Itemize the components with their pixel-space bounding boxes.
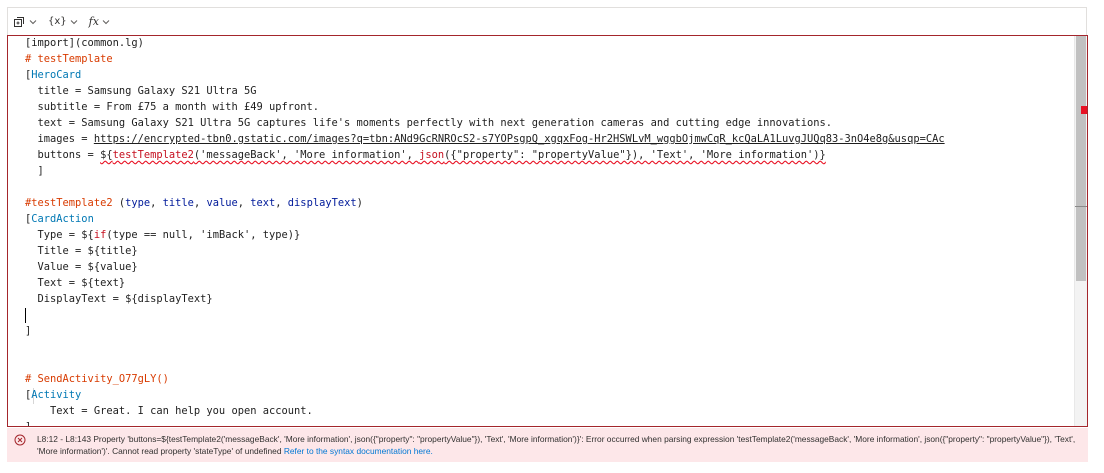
- code-token: HeroCard: [31, 69, 82, 81]
- code-line: ]: [25, 163, 945, 179]
- insert-template-icon: [13, 16, 25, 28]
- error-marker: [1081, 106, 1087, 114]
- code-line: #testTemplate2 (type, title, value, text…: [25, 195, 945, 211]
- code-token: ,: [150, 197, 163, 209]
- code-token: # testTemplate: [25, 53, 113, 65]
- code-line: ​: [25, 355, 945, 371]
- chevron-down-icon: [29, 18, 37, 26]
- code-token: ,: [237, 197, 251, 209]
- code-token: # SendActivity_O77gLY(): [25, 373, 169, 385]
- code-line: Value = ${value}: [25, 259, 945, 275]
- code-token: ]: [25, 325, 32, 337]
- code-line: buttons = ${testTemplate2('messageBack',…: [25, 147, 945, 163]
- code-token: subtitle = From £75 a month with £49 upf…: [25, 101, 320, 113]
- code-line: images = https://encrypted-tbn0.gstatic.…: [25, 131, 945, 147]
- code-token: ,: [193, 197, 207, 209]
- code-editor[interactable]: [import](common.lg) # testTemplate [HeroCa…: [7, 35, 1088, 427]
- code-token: ${: [100, 149, 113, 161]
- code-token: Title = ${title}: [25, 245, 138, 257]
- code-token: value: [206, 197, 238, 209]
- code-line: Text = Great. I can help you open accoun…: [25, 403, 945, 419]
- code-token: title = Samsung Galaxy S21 Ultra 5G: [25, 85, 257, 97]
- code-token: text = Samsung Galaxy S21 Ultra 5G captu…: [25, 117, 832, 129]
- code-token: Type = ${: [25, 229, 94, 241]
- code-line: # testTemplate: [25, 51, 945, 67]
- code-content[interactable]: [import](common.lg) # testTemplate [HeroCa…: [25, 36, 945, 427]
- error-circle-icon: [14, 434, 26, 449]
- code-line: ​: [25, 307, 945, 323]
- code-line: Type = ${if(type == null, 'imBack', type…: [25, 227, 945, 243]
- code-line: Text = ${text}: [25, 275, 945, 291]
- code-line: ​: [25, 179, 945, 195]
- code-line: ]: [25, 323, 945, 339]
- code-line: Title = ${title}: [25, 243, 945, 259]
- code-token: ({"property": "propertyValue"}), 'Text',…: [444, 149, 826, 161]
- code-token: ('messageBack', 'More information',: [193, 149, 420, 161]
- code-token: (type == null, 'imBack', type)}: [106, 229, 301, 241]
- insert-function-menu[interactable]: fx: [85, 12, 113, 32]
- chevron-down-icon: [102, 18, 110, 26]
- code-line: ]: [25, 419, 945, 427]
- code-token: text: [250, 197, 276, 209]
- code-line: [import](common.lg): [25, 36, 945, 51]
- code-token: CardAction: [31, 213, 94, 225]
- vertical-scrollbar[interactable]: [1074, 36, 1087, 426]
- code-token: ): [356, 197, 363, 209]
- code-line: DisplayText = ${displayText}: [25, 291, 945, 307]
- code-token: title: [162, 197, 194, 209]
- editor-toolbar: {x} fx: [7, 7, 1087, 35]
- code-line: # SendActivity_O77gLY(): [25, 371, 945, 387]
- code-token: #testTemplate2: [25, 197, 113, 209]
- code-token: if: [93, 229, 107, 241]
- code-line: [Activity: [25, 387, 945, 403]
- syntax-documentation-link[interactable]: Refer to the syntax documentation here.: [284, 446, 433, 456]
- error-message-bar: L8:12 - L8:143 Property 'buttons=${testT…: [7, 428, 1088, 462]
- code-token: ]: [25, 165, 44, 177]
- code-token: json: [419, 149, 445, 161]
- code-token: (: [112, 197, 126, 209]
- code-line: subtitle = From £75 a month with £49 upf…: [25, 99, 945, 115]
- code-line: ​: [25, 339, 945, 355]
- code-token: Value = ${value}: [25, 261, 138, 273]
- code-token: images =: [25, 133, 94, 145]
- code-token: ]: [25, 421, 32, 427]
- code-token: Text = ${text}: [25, 277, 126, 289]
- code-line: [CardAction: [25, 211, 945, 227]
- code-line: [HeroCard: [25, 67, 945, 83]
- insert-property-menu[interactable]: {x}: [44, 12, 81, 32]
- code-token: buttons =: [25, 149, 101, 161]
- chevron-down-icon: [70, 18, 78, 26]
- insert-template-menu[interactable]: [10, 12, 40, 32]
- error-text: L8:12 - L8:143 Property 'buttons=${testT…: [37, 434, 1076, 456]
- code-token: [import](common.lg): [25, 37, 144, 49]
- code-token: displayText: [287, 197, 357, 209]
- code-line: text = Samsung Galaxy S21 Ultra 5G captu…: [25, 115, 945, 131]
- code-token: ,: [275, 197, 288, 209]
- code-token: Text = Great. I can help you open accoun…: [25, 405, 313, 417]
- variable-icon: {x}: [48, 16, 67, 27]
- scroll-position-line: [1075, 206, 1087, 207]
- code-token: Activity: [31, 389, 82, 401]
- code-token: testTemplate2: [112, 149, 194, 161]
- code-token: https://encrypted-tbn0.gstatic.com/image…: [93, 133, 945, 145]
- function-icon: fx: [88, 15, 99, 28]
- code-token: type: [125, 197, 151, 209]
- code-token: DisplayText = ${displayText}: [25, 293, 213, 305]
- scroll-thumb[interactable]: [1076, 36, 1086, 281]
- code-line: title = Samsung Galaxy S21 Ultra 5G: [25, 83, 945, 99]
